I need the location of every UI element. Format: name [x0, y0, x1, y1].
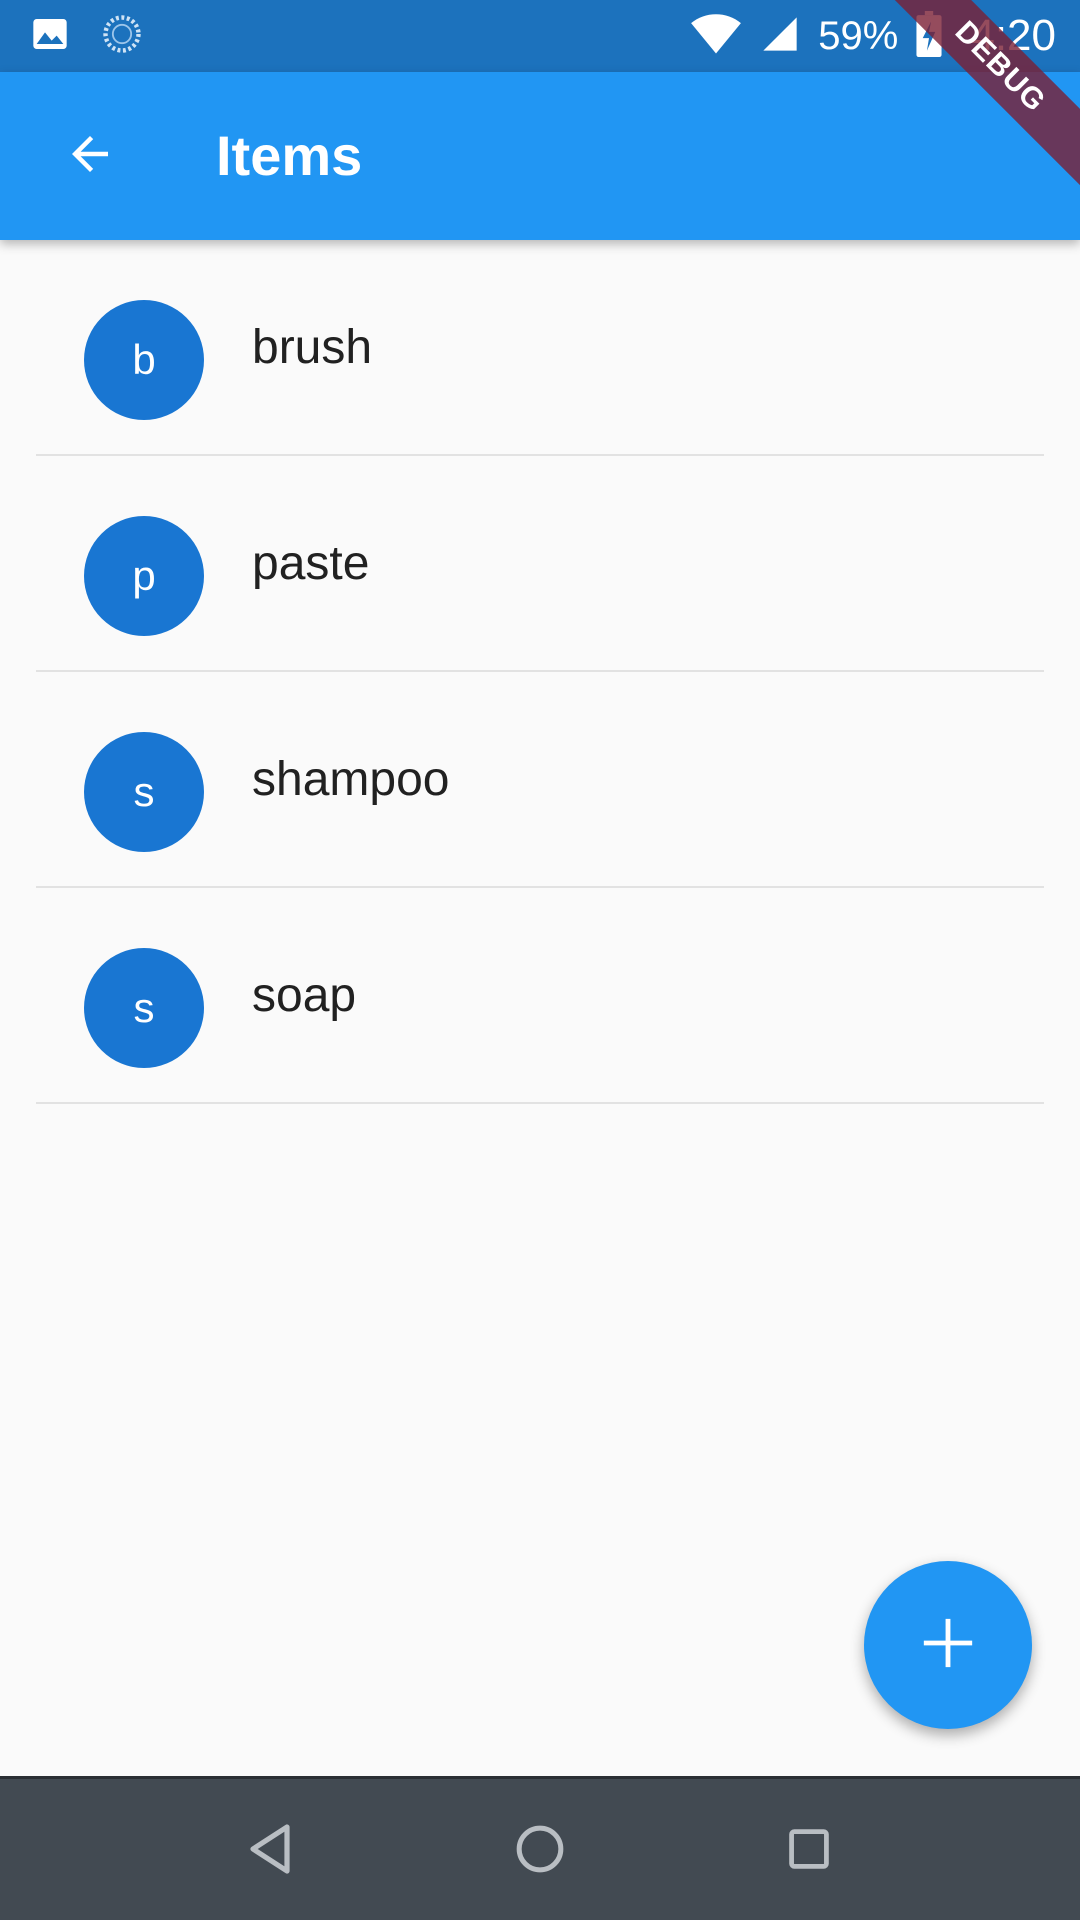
image-icon [30, 14, 70, 59]
signal-icon [760, 14, 800, 59]
system-nav-bar [0, 1776, 1080, 1920]
nav-recents-button[interactable] [763, 1805, 855, 1897]
avatar: s [84, 732, 204, 852]
list-item[interactable]: b brush [36, 240, 1044, 456]
item-label: brush [252, 321, 373, 374]
item-label: shampoo [252, 753, 450, 806]
avatar: s [84, 948, 204, 1068]
arrow-back-icon [63, 127, 117, 186]
battery-percentage: 59% [818, 13, 899, 58]
avatar: b [84, 300, 204, 420]
back-button[interactable] [40, 106, 140, 206]
app-bar: Items [0, 72, 1080, 240]
page-title: Items [216, 124, 363, 187]
nav-home-icon [515, 1824, 565, 1879]
sync-icon [100, 12, 144, 61]
nav-home-button[interactable] [494, 1805, 586, 1897]
list-item[interactable]: s shampoo [36, 672, 1044, 888]
list-item[interactable]: p paste [36, 456, 1044, 672]
screen: 59% 4:20 DEBUG Items b brush p paste s s… [0, 0, 1080, 1920]
nav-recents-icon [787, 1827, 831, 1876]
add-icon [919, 1614, 977, 1677]
item-label: paste [252, 537, 370, 590]
item-list: b brush p paste s shampoo s soap [36, 240, 1044, 1104]
avatar: p [84, 516, 204, 636]
item-label: soap [252, 969, 357, 1022]
list-item[interactable]: s soap [36, 888, 1044, 1104]
nav-back-button[interactable] [225, 1805, 317, 1897]
nav-back-icon [247, 1823, 295, 1880]
wifi-icon [690, 12, 742, 61]
add-item-button[interactable] [864, 1561, 1032, 1729]
